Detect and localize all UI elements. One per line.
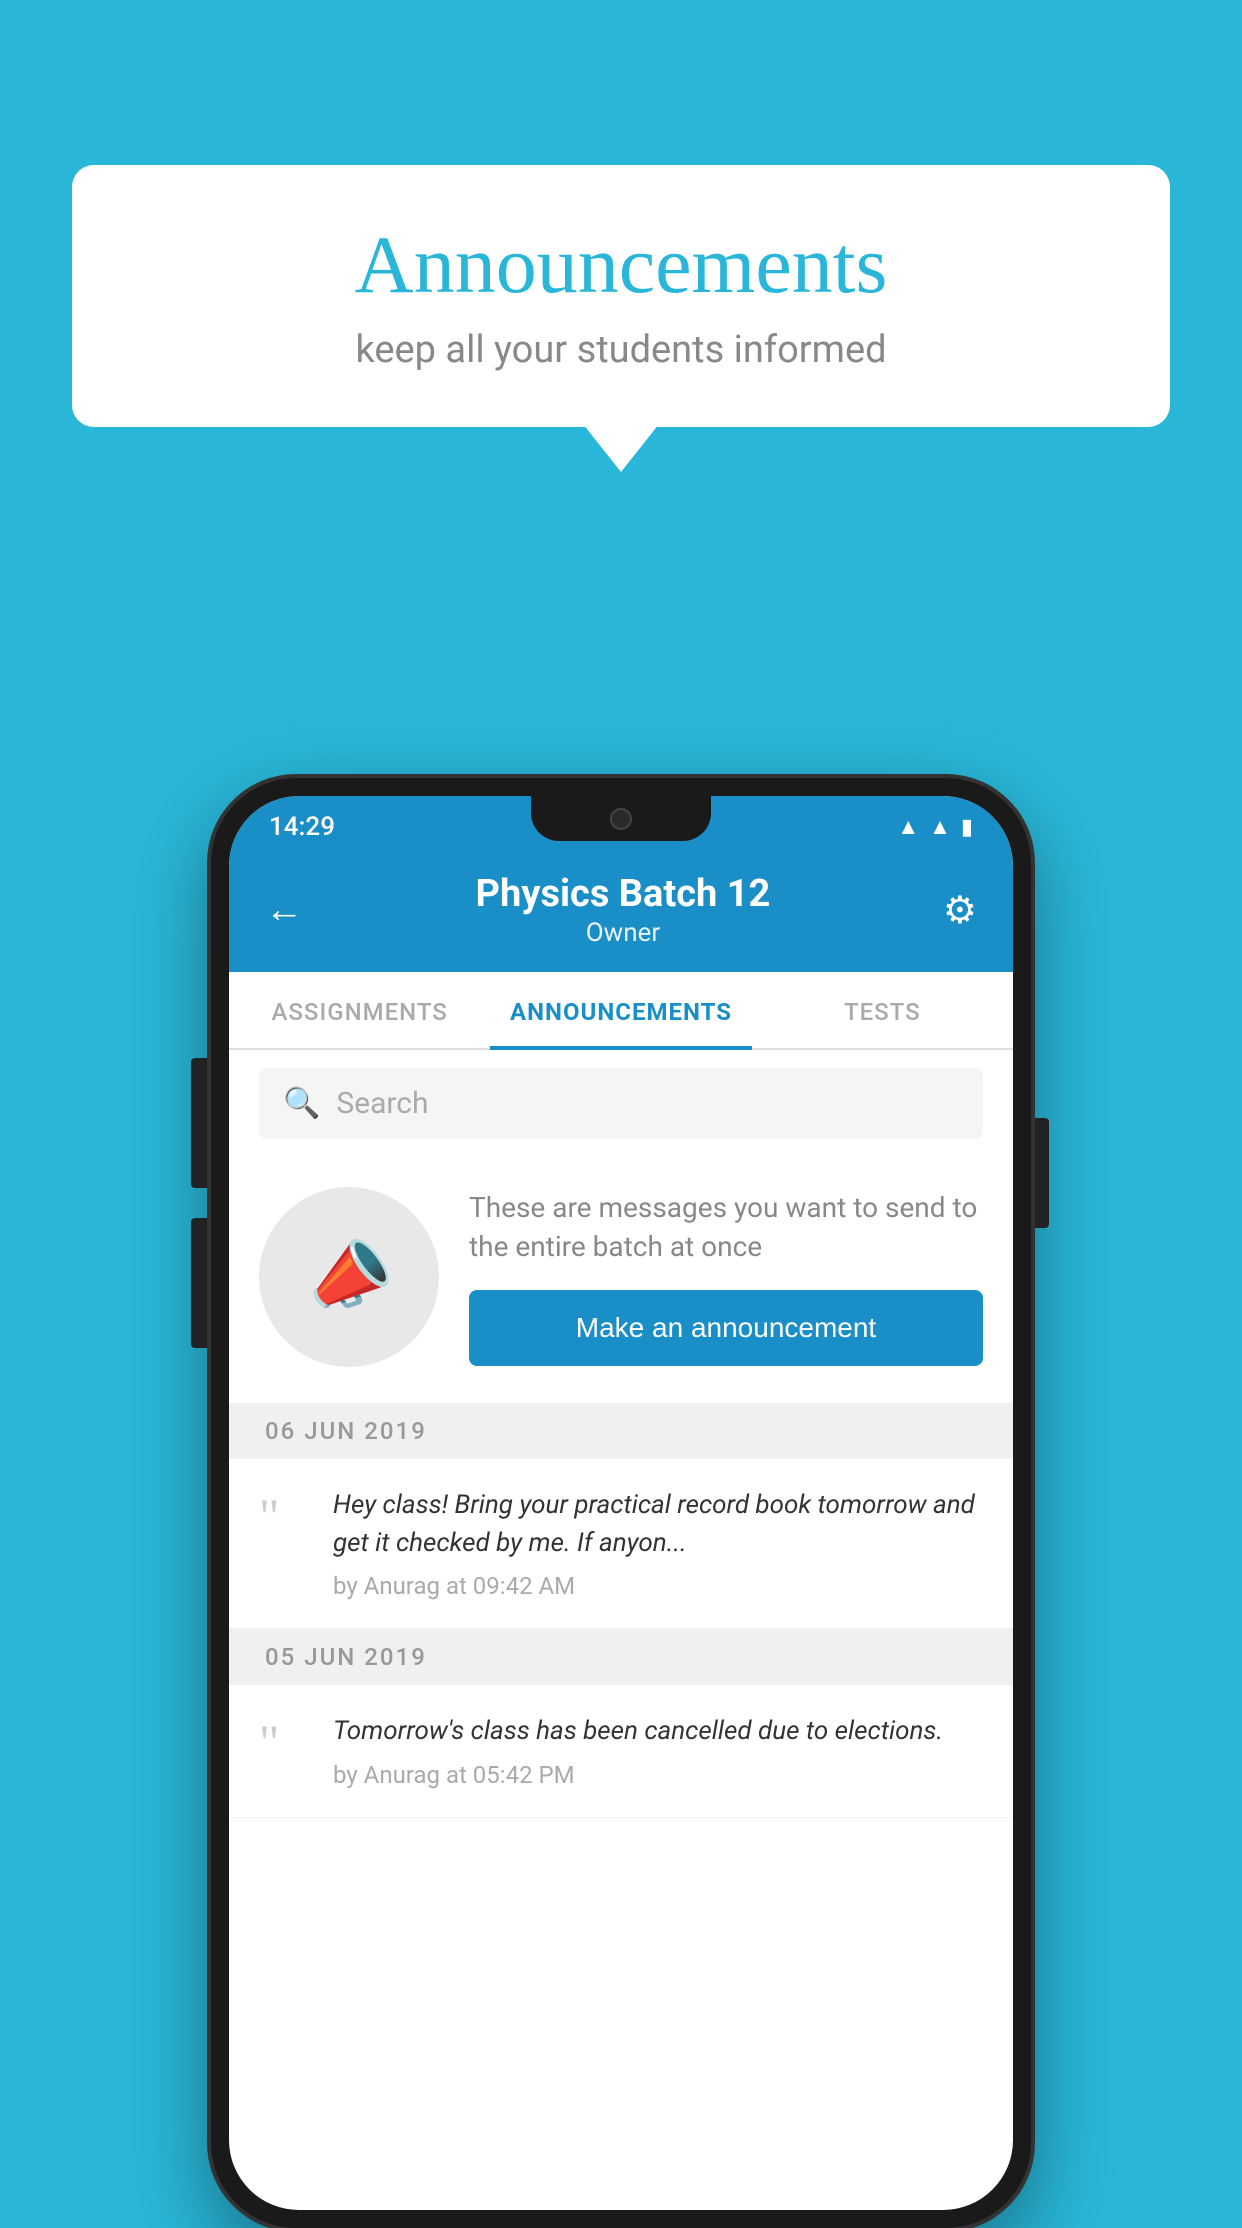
date-separator-1: 06 JUN 2019 bbox=[229, 1403, 1013, 1459]
search-bar[interactable]: 🔍 Search bbox=[259, 1068, 983, 1139]
promo-content: These are messages you want to send to t… bbox=[469, 1188, 983, 1366]
back-button[interactable]: ← bbox=[265, 888, 303, 932]
search-container: 🔍 Search bbox=[229, 1050, 1013, 1157]
signal-icon: ▲ bbox=[929, 814, 951, 840]
tab-tests[interactable]: TESTS bbox=[752, 972, 1013, 1048]
date-label-2: 05 JUN 2019 bbox=[265, 1643, 427, 1671]
tab-assignments[interactable]: ASSIGNMENTS bbox=[229, 972, 490, 1048]
wifi-icon: ▲ bbox=[897, 814, 919, 840]
status-icons: ▲ ▲ ▮ bbox=[897, 814, 973, 840]
announcement-content-2: Tomorrow's class has been cancelled due … bbox=[333, 1713, 983, 1789]
status-time: 14:29 bbox=[269, 812, 335, 842]
announcement-meta-1: by Anurag at 09:42 AM bbox=[333, 1572, 983, 1600]
make-announcement-button[interactable]: Make an announcement bbox=[469, 1290, 983, 1366]
quote-icon-1: " bbox=[259, 1491, 309, 1541]
quote-icon-2: " bbox=[259, 1717, 309, 1767]
tab-announcements[interactable]: ANNOUNCEMENTS bbox=[490, 972, 751, 1048]
search-placeholder: Search bbox=[336, 1086, 428, 1121]
phone-frame: 14:29 ▲ ▲ ▮ ← Physics Batch 12 Owner ⚙ A… bbox=[211, 778, 1031, 2228]
phone-notch bbox=[531, 796, 711, 841]
header-title: Physics Batch 12 bbox=[303, 872, 943, 916]
announcement-text-2: Tomorrow's class has been cancelled due … bbox=[333, 1713, 983, 1751]
date-separator-2: 05 JUN 2019 bbox=[229, 1629, 1013, 1685]
megaphone-icon: 📣 bbox=[296, 1226, 401, 1328]
date-label-1: 06 JUN 2019 bbox=[265, 1417, 427, 1445]
speech-bubble-subtitle: keep all your students informed bbox=[132, 328, 1110, 372]
announcement-meta-2: by Anurag at 05:42 PM bbox=[333, 1761, 983, 1789]
tabs-bar: ASSIGNMENTS ANNOUNCEMENTS TESTS bbox=[229, 972, 1013, 1050]
promo-description: These are messages you want to send to t… bbox=[469, 1188, 983, 1266]
announcement-content-1: Hey class! Bring your practical record b… bbox=[333, 1487, 983, 1600]
front-camera bbox=[610, 808, 632, 830]
announcement-item-2[interactable]: " Tomorrow's class has been cancelled du… bbox=[229, 1685, 1013, 1818]
announcement-item-1[interactable]: " Hey class! Bring your practical record… bbox=[229, 1459, 1013, 1629]
phone-inner: 14:29 ▲ ▲ ▮ ← Physics Batch 12 Owner ⚙ A… bbox=[229, 796, 1013, 2210]
search-icon: 🔍 bbox=[283, 1086, 320, 1121]
header-title-area: Physics Batch 12 Owner bbox=[303, 872, 943, 948]
promo-section: 📣 These are messages you want to send to… bbox=[229, 1157, 1013, 1403]
speech-bubble: Announcements keep all your students inf… bbox=[72, 165, 1170, 427]
speech-bubble-title: Announcements bbox=[132, 220, 1110, 310]
battery-icon: ▮ bbox=[961, 815, 973, 840]
promo-icon-circle: 📣 bbox=[259, 1187, 439, 1367]
settings-icon[interactable]: ⚙ bbox=[943, 888, 977, 933]
speech-bubble-container: Announcements keep all your students inf… bbox=[72, 165, 1170, 427]
header-subtitle: Owner bbox=[303, 918, 943, 948]
app-header: ← Physics Batch 12 Owner ⚙ bbox=[229, 852, 1013, 972]
announcement-text-1: Hey class! Bring your practical record b… bbox=[333, 1487, 983, 1562]
